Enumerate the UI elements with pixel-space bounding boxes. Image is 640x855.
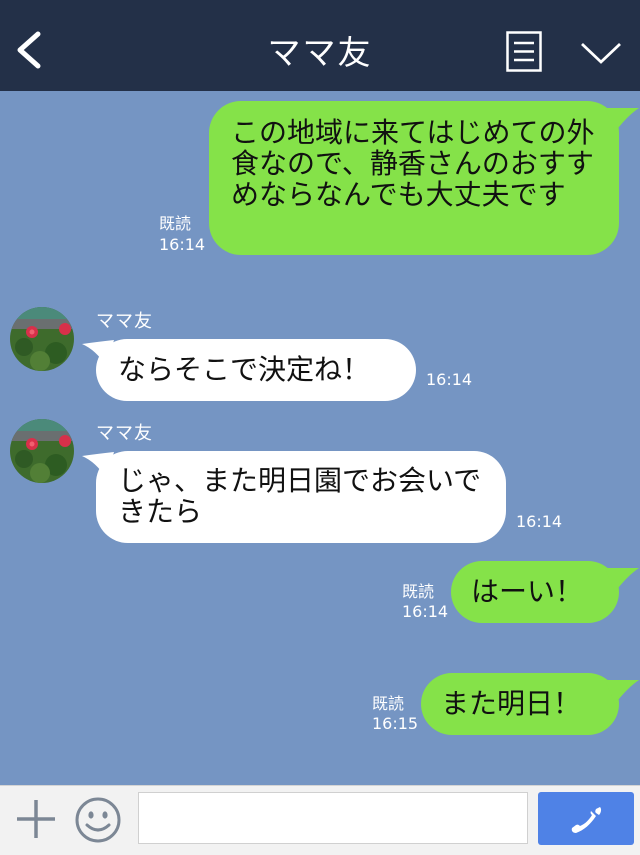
bubble-tail: [605, 568, 639, 592]
chat-header: ママ友: [0, 0, 640, 91]
message-bubble[interactable]: この地域に来てはじめての外食なので、静香さんのおすすめならなんでも大丈夫です: [209, 101, 619, 255]
message-input[interactable]: [138, 792, 528, 844]
avatar-image: [10, 307, 74, 371]
sender-name: ママ友: [96, 423, 153, 444]
read-receipt: 既読: [372, 694, 405, 713]
chat-title: ママ友: [267, 33, 373, 72]
chevron-down-icon[interactable]: [579, 40, 623, 66]
avatar[interactable]: [10, 419, 74, 483]
sender-name: ママ友: [96, 311, 153, 332]
message-time: 16:14: [516, 512, 563, 531]
message-bubble[interactable]: じゃ、また明日園でお会いできたら: [96, 451, 506, 543]
avatar[interactable]: [10, 307, 74, 371]
bubble-tail: [605, 108, 639, 132]
message-time: 16:14: [426, 370, 473, 389]
message-time: 16:15: [372, 714, 419, 733]
message-bubble[interactable]: ならそこで決定ね！: [96, 339, 416, 401]
avatar-image: [10, 419, 74, 483]
menu-list-icon[interactable]: [506, 31, 542, 72]
message-time: 16:14: [159, 235, 206, 254]
message-bubble[interactable]: はーい！: [451, 561, 619, 623]
message-text: ならそこで決定ね！: [118, 353, 371, 386]
message-time: 16:14: [402, 602, 449, 621]
message-text: また明日！: [441, 687, 582, 720]
call-button[interactable]: [538, 792, 634, 845]
message-text: はーい！: [471, 575, 584, 608]
bubble-tail: [605, 680, 639, 704]
phone-icon: [571, 807, 602, 833]
read-receipt: 既読: [159, 214, 192, 233]
message-text: この地域に来てはじめての外食なので、静香さんのおすすめならなんでも大丈夫です: [231, 116, 595, 211]
message-bubble[interactable]: また明日！: [421, 673, 619, 735]
plus-icon[interactable]: [14, 797, 58, 841]
message-text: じゃ、また明日園でお会いできたら: [118, 464, 482, 528]
smile-icon[interactable]: [74, 796, 122, 844]
read-receipt: 既読: [402, 582, 435, 601]
